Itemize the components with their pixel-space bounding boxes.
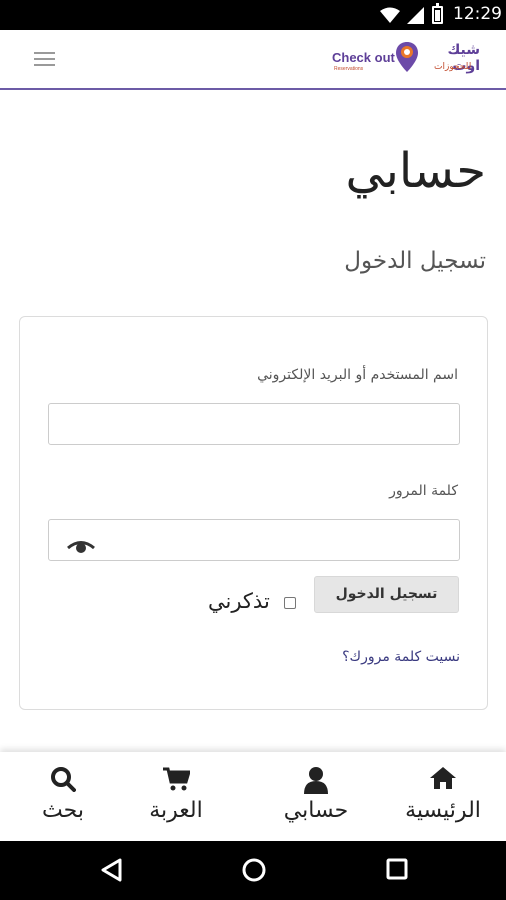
nav-item-search[interactable]: بحث	[0, 752, 126, 841]
search-icon	[51, 767, 76, 792]
map-pin-icon	[396, 42, 418, 72]
page-title: حسابي	[345, 143, 486, 199]
password-label: كلمة المرور	[389, 483, 458, 499]
wifi-icon	[380, 7, 400, 23]
home-icon	[430, 767, 456, 789]
status-time: 12:29	[453, 4, 502, 24]
nav-label-cart: العربة	[149, 798, 203, 823]
login-button[interactable]: تسجيل الدخول	[314, 576, 459, 613]
hamburger-icon[interactable]	[34, 52, 55, 68]
username-label: اسم المستخدم أو البريد الإلكتروني	[257, 367, 458, 383]
status-bar: 12:29	[0, 0, 506, 30]
back-icon[interactable]	[100, 858, 122, 882]
password-input[interactable]	[48, 519, 460, 561]
cart-icon	[163, 767, 190, 791]
app-header: Check out Reservations شيك اوت للحجوزات	[0, 30, 506, 90]
section-title: تسجيل الدخول	[344, 248, 486, 274]
recents-icon[interactable]	[386, 858, 408, 880]
logo-text-en: Check out	[332, 50, 395, 65]
nav-item-home[interactable]: الرئيسية	[380, 752, 506, 841]
logo-subtext-ar: للحجوزات	[434, 62, 472, 72]
user-icon	[304, 767, 328, 794]
logo-subtext-en: Reservations	[334, 66, 364, 72]
brand-logo[interactable]: Check out Reservations شيك اوت للحجوزات	[330, 40, 480, 80]
battery-icon	[432, 3, 443, 24]
nav-item-cart[interactable]: العربة	[113, 752, 239, 841]
nav-label-search: بحث	[42, 798, 84, 823]
remember-me-label: تذكرني	[208, 589, 270, 613]
eye-icon[interactable]	[66, 539, 96, 555]
username-input[interactable]	[48, 403, 460, 445]
forgot-password-link[interactable]: نسيت كلمة مرورك؟	[342, 649, 460, 665]
bottom-nav: بحث العربة حسابي الرئيسية	[0, 752, 506, 841]
system-nav-bar	[0, 841, 506, 900]
nav-item-account[interactable]: حسابي	[253, 752, 379, 841]
remember-me-checkbox[interactable]	[284, 597, 296, 609]
login-form-card: اسم المستخدم أو البريد الإلكتروني كلمة ا…	[19, 316, 488, 710]
signal-icon	[407, 7, 424, 24]
nav-label-account: حسابي	[283, 798, 349, 823]
home-circle-icon[interactable]	[242, 858, 266, 882]
nav-label-home: الرئيسية	[405, 798, 481, 823]
